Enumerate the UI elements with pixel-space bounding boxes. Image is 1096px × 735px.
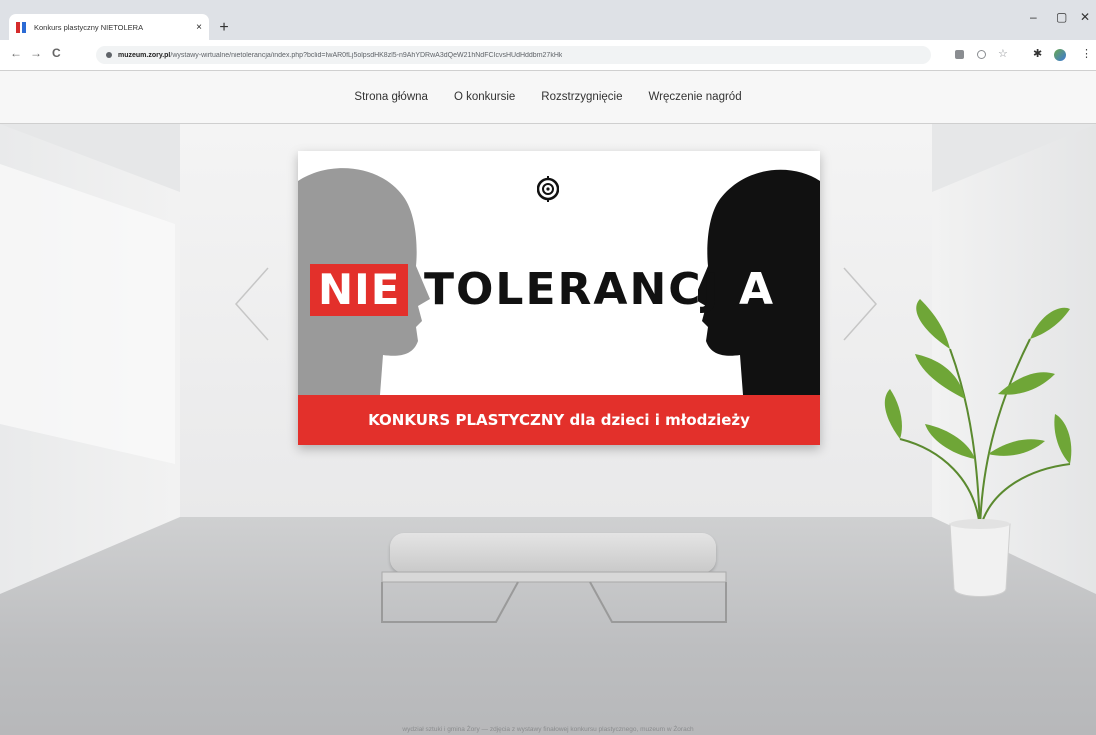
poster-banner: KONKURS PLASTYCZNY dla dzieci i młodzież…: [298, 395, 820, 445]
nav-link-wreczenie-nagrod[interactable]: Wręczenie nagród: [648, 91, 741, 103]
url-domain: muzeum.zory.pl: [118, 51, 171, 59]
close-window-button[interactable]: ✕: [1080, 10, 1090, 24]
favicon-icon: [16, 21, 28, 33]
site-nav: Strona główna O konkursie Rozstrzygnięci…: [0, 71, 1096, 124]
poster-word-nie: NIE: [310, 264, 409, 316]
bench-frame: [381, 571, 727, 623]
url-path: /wystawy-wirtualne/nietolerancja/index.p…: [170, 51, 563, 59]
maximize-button[interactable]: ▢: [1056, 10, 1067, 24]
lock-icon[interactable]: [106, 52, 112, 58]
forward-arrow-icon[interactable]: →: [30, 46, 42, 60]
new-tab-button[interactable]: +: [215, 19, 233, 37]
tab-title: Konkurs plastyczny NIETOLERA: [34, 22, 144, 32]
close-tab-button[interactable]: ×: [196, 22, 202, 33]
puzzle-icon[interactable]: ✱: [1033, 47, 1045, 60]
nav-link-rozstrzygniecie[interactable]: Rozstrzygnięcie: [541, 91, 622, 103]
star-icon[interactable]: ☆: [998, 47, 1010, 60]
next-arrow-icon[interactable]: [840, 264, 880, 344]
contest-poster[interactable]: NIE TOLERANCJ A KONKURS PLASTYCZNY dla d…: [298, 151, 820, 445]
profile-icon[interactable]: [1054, 49, 1066, 61]
nav-link-strona-glowna[interactable]: Strona główna: [354, 91, 428, 103]
address-bar[interactable]: muzeum.zory.pl/wystawy-wirtualne/nietole…: [96, 46, 931, 64]
minimize-button[interactable]: –: [1030, 10, 1037, 24]
reload-icon[interactable]: C: [52, 46, 61, 60]
browser-tabstrip: Konkurs plastyczny NIETOLERA × + – ▢ ✕: [0, 0, 1096, 40]
potted-plant: [884, 299, 1072, 597]
browser-toolbar: ← → C muzeum.zory.pl/wystawy-wirtualne/n…: [0, 40, 1096, 71]
poster-letter-a: A: [739, 264, 774, 315]
menu-icon[interactable]: ⋮: [1081, 47, 1093, 60]
poster-word-tolerancj: TOLERANCJ: [424, 264, 721, 315]
prev-arrow-icon[interactable]: [232, 264, 272, 344]
emblem-icon: [537, 176, 559, 202]
bench-cushion: [390, 533, 716, 573]
gallery-scene: NIE TOLERANCJ A KONKURS PLASTYCZNY dla d…: [0, 124, 1096, 735]
browser-tab[interactable]: Konkurs plastyczny NIETOLERA ×: [9, 14, 209, 40]
url-text: muzeum.zory.pl/wystawy-wirtualne/nietole…: [118, 52, 562, 59]
back-arrow-icon[interactable]: ←: [10, 46, 22, 60]
screen-icon[interactable]: [955, 50, 964, 59]
zoom-icon[interactable]: [977, 50, 986, 59]
page-footer-text: wydział sztuki i gmina Żory — zdjęcia z …: [402, 726, 694, 733]
nav-link-o-konkursie[interactable]: O konkursie: [454, 91, 515, 103]
